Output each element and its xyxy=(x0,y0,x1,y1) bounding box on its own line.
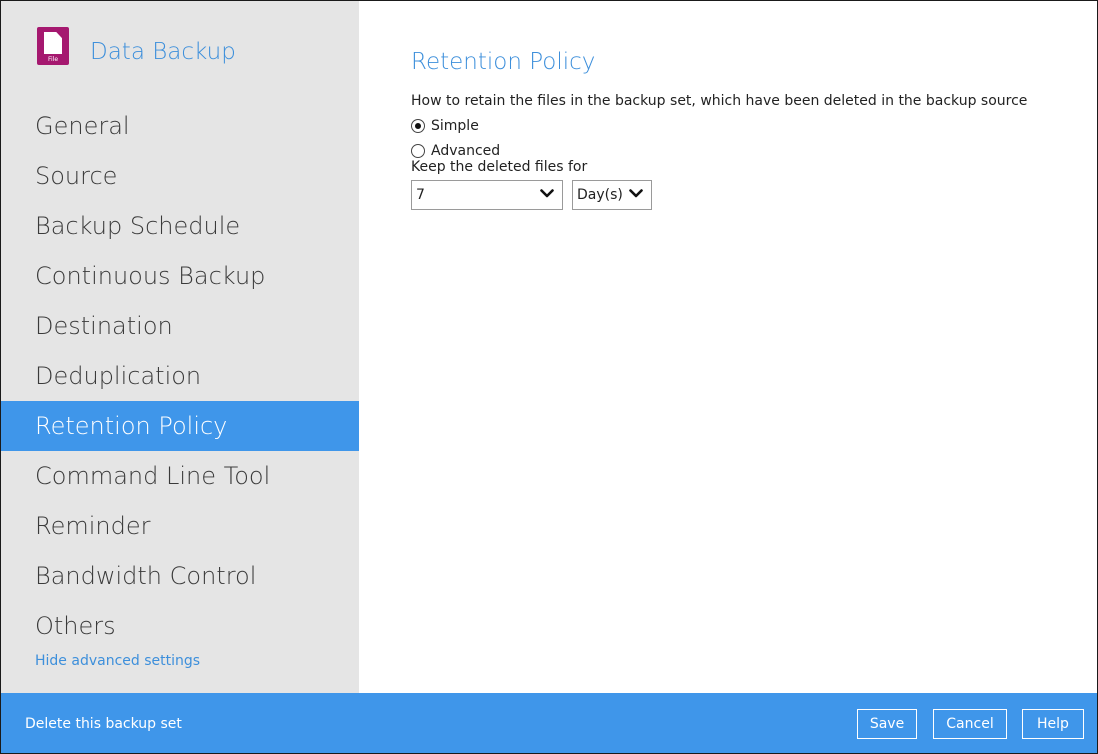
main-panel: Retention Policy How to retain the files… xyxy=(359,1,1097,693)
radio-simple[interactable]: Simple xyxy=(411,118,479,134)
sidebar-item-backup-schedule[interactable]: Backup Schedule xyxy=(1,201,359,251)
cancel-button[interactable]: Cancel xyxy=(933,709,1007,739)
sidebar-item-command-line-tool[interactable]: Command Line Tool xyxy=(1,451,359,501)
help-button[interactable]: Help xyxy=(1022,709,1084,739)
document-shape xyxy=(44,32,62,54)
sidebar-nav: General Source Backup Schedule Continuou… xyxy=(1,101,359,651)
sidebar-item-others[interactable]: Others xyxy=(1,601,359,651)
chevron-down-icon xyxy=(540,189,554,198)
hide-advanced-settings-link[interactable]: Hide advanced settings xyxy=(35,653,200,669)
app-title: Data Backup xyxy=(90,39,236,65)
sidebar-item-bandwidth-control[interactable]: Bandwidth Control xyxy=(1,551,359,601)
keep-unit: Day(s) xyxy=(577,187,623,203)
keep-value: 7 xyxy=(416,187,425,203)
app-window: File Data Backup General Source Backup S… xyxy=(0,0,1098,754)
radio-button-checked[interactable] xyxy=(411,119,425,133)
keep-value-select[interactable]: 7 xyxy=(411,180,563,210)
page-title: Retention Policy xyxy=(411,49,596,75)
save-button[interactable]: Save xyxy=(857,709,917,739)
radio-button-unchecked[interactable] xyxy=(411,144,425,158)
delete-backup-set-link[interactable]: Delete this backup set xyxy=(25,716,182,732)
sidebar-item-destination[interactable]: Destination xyxy=(1,301,359,351)
bottom-bar: Delete this backup set Save Cancel Help xyxy=(1,693,1097,753)
keep-unit-select[interactable]: Day(s) xyxy=(572,180,652,210)
keep-deleted-label: Keep the deleted files for xyxy=(411,159,588,175)
sidebar-item-retention-policy[interactable]: Retention Policy xyxy=(1,401,359,451)
file-icon: File xyxy=(37,27,69,65)
sidebar: File Data Backup General Source Backup S… xyxy=(1,1,359,693)
sidebar-item-general[interactable]: General xyxy=(1,101,359,151)
radio-advanced-label: Advanced xyxy=(431,143,501,159)
file-icon-label: File xyxy=(47,56,59,63)
radio-advanced[interactable]: Advanced xyxy=(411,143,500,159)
app-header: File Data Backup xyxy=(1,1,359,91)
radio-simple-label: Simple xyxy=(431,118,479,134)
sidebar-item-reminder[interactable]: Reminder xyxy=(1,501,359,551)
sidebar-item-continuous-backup[interactable]: Continuous Backup xyxy=(1,251,359,301)
retention-description: How to retain the files in the backup se… xyxy=(411,93,1028,109)
chevron-down-icon xyxy=(629,189,643,198)
sidebar-item-source[interactable]: Source xyxy=(1,151,359,201)
sidebar-item-deduplication[interactable]: Deduplication xyxy=(1,351,359,401)
